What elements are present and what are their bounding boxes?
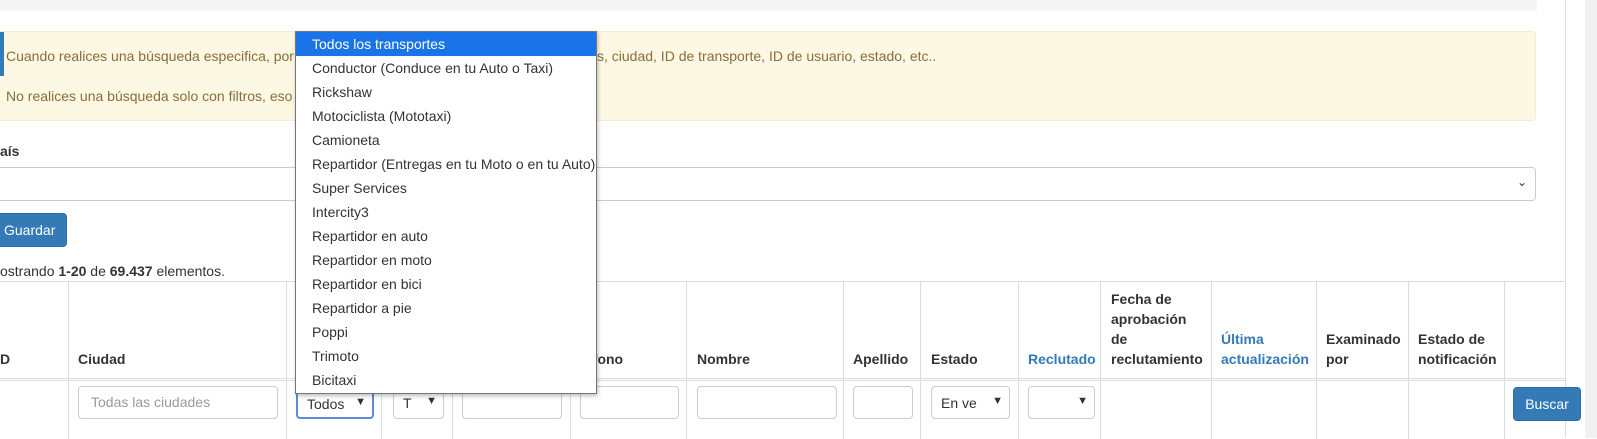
dropdown-option[interactable]: Motociclista (Mototaxi) [296,104,596,128]
col-header-status[interactable]: Estado [931,349,978,369]
transport-dropdown-list[interactable]: Todos los transportes Conductor (Conduce… [295,31,597,394]
dropdown-option[interactable]: Super Services [296,176,596,200]
search-button[interactable]: Buscar [1513,387,1581,421]
chevron-down-icon: ▼ [992,395,1003,407]
header-line: aprobación [1111,311,1187,327]
col-divider [68,282,69,439]
dropdown-option[interactable]: Repartidor (Entregas en tu Moto o en tu … [296,152,596,176]
dropdown-option[interactable]: Camioneta [296,128,596,152]
save-button[interactable]: Guardar [0,213,67,247]
col-divider [843,282,844,439]
col-divider [1408,282,1409,439]
type-filter-value: T [403,395,412,411]
dropdown-option[interactable]: Poppi [296,320,596,344]
dropdown-option[interactable]: Todos los transportes [296,32,596,56]
col-header-id[interactable]: D [0,349,10,369]
header-line: reclutamiento [1111,351,1203,367]
col-header-last-name[interactable]: Apellido [853,349,908,369]
header-line: por [1326,351,1349,367]
header-line: de [1111,331,1128,347]
col-header-first-name[interactable]: Nombre [697,349,750,369]
country-select[interactable]: ⌄ [0,167,1536,201]
status-filter-value: En ve [941,395,977,411]
header-divider [0,378,1566,379]
alert-accent-bar [0,32,4,76]
col-divider [1316,282,1317,439]
header-line: Examinado [1326,331,1401,347]
dropdown-option[interactable]: Repartidor en moto [296,248,596,272]
col-divider [1211,282,1212,439]
dropdown-option[interactable]: Bicitaxi [296,368,596,392]
col-divider [286,282,287,439]
results-summary: ostrando 1-20 de 69.437 elementos. [0,263,225,279]
dropdown-option[interactable]: Rickshaw [296,80,596,104]
alert-line-2: No realices una búsqueda solo con filtro… [6,88,293,104]
dropdown-option[interactable]: Repartidor en auto [296,224,596,248]
transport-filter-value: Todos [307,396,345,412]
chevron-down-icon: ▼ [1077,395,1088,407]
chevron-down-icon: ⌄ [1516,175,1527,189]
header-line: actualización [1221,351,1309,367]
results-table: D Ciudad éfono Nombre Apellido Estado Re… [0,281,1566,439]
header-line: Estado de [1418,331,1485,347]
chevron-down-icon: ▼ [355,396,366,408]
header-line: Fecha de [1111,291,1172,307]
dropdown-option[interactable]: Repartidor a pie [296,296,596,320]
dropdown-option[interactable]: Intercity3 [296,200,596,224]
top-bar [0,0,1537,11]
col-header-recruited[interactable]: Reclutado [1028,349,1096,369]
col-header-notification-status[interactable]: Estado de notificación [1418,329,1497,369]
col-header-reviewed-by[interactable]: Examinado por [1326,329,1401,369]
status-filter-select[interactable]: En ve ▼ [931,386,1010,419]
country-label: aís [0,143,20,159]
col-divider [920,282,921,439]
col-divider [686,282,687,439]
col-header-recruit-approval[interactable]: Fecha de aprobación de reclutamiento [1111,289,1203,369]
col-header-city[interactable]: Ciudad [78,349,125,369]
header-line: notificación [1418,351,1497,367]
first-name-filter-input[interactable] [697,386,837,419]
header-divider-2 [0,380,1566,381]
dropdown-option[interactable]: Repartidor en bici [296,272,596,296]
dropdown-option[interactable]: Conductor (Conduce en tu Auto o Taxi) [296,56,596,80]
col-divider [1100,282,1101,439]
search-tips-alert: Cuando realices una búsqueda especifica,… [0,31,1536,121]
col-divider [1018,282,1019,439]
header-line: Última [1221,331,1264,347]
page-scrollbar[interactable] [1585,0,1597,438]
chevron-down-icon: ▼ [426,395,437,407]
col-divider [1504,282,1505,439]
city-filter-input[interactable]: Todas las ciudades [78,386,278,419]
last-name-filter-input[interactable] [853,386,913,419]
dropdown-option[interactable]: Trimoto [296,344,596,368]
col-header-last-update[interactable]: Última actualización [1221,329,1309,369]
recruited-filter-select[interactable]: ▼ [1028,386,1095,419]
